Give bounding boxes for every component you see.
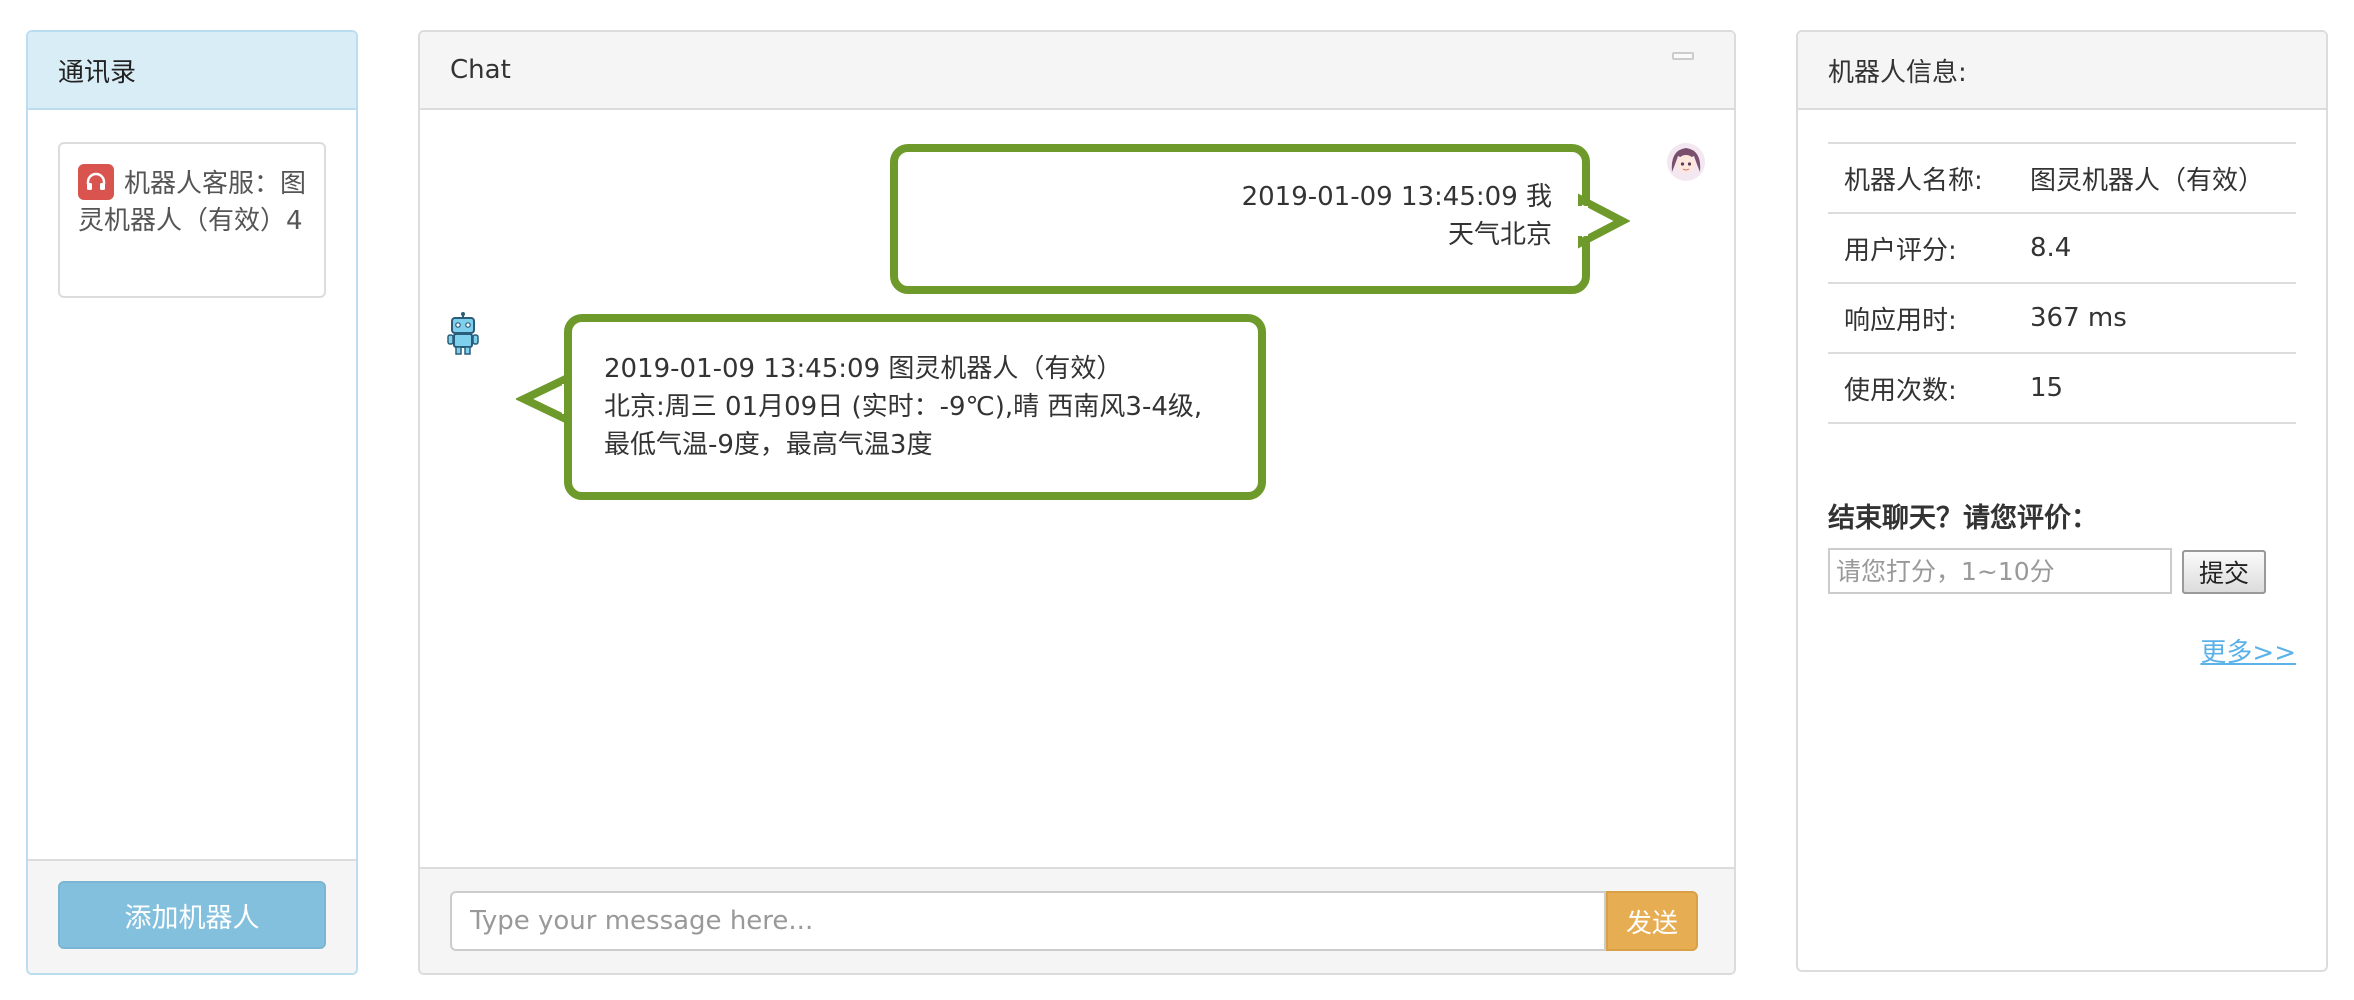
robot-info-table: 机器人名称: 图灵机器人（有效） 用户评分: 8.4 响应用时: 367 ms … [1828,142,2296,424]
info-label: 机器人名称: [1844,165,1983,196]
minimize-button[interactable] [1672,52,1694,60]
chat-panel: Chat 2019-01-09 13:45:09 我 天气北京 2019-01-… [418,30,1736,975]
table-row: 响应用时: 367 ms [1828,283,2296,353]
message-text-line: 北京:周三 01月09日 (实时：-9℃),晴 西南风3-4级, [604,392,1203,422]
info-value: 图灵机器人（有效） [2030,165,2265,196]
info-value: 8.4 [2030,233,2072,263]
send-button[interactable]: 发送 [1606,891,1698,951]
contacts-footer: 添加机器人 [28,859,356,973]
robot-info-title: 机器人信息: [1798,32,2326,110]
message-bubble-me: 2019-01-09 13:45:09 我 天气北京 [890,144,1590,294]
message-meta: 2019-01-09 13:45:09 图灵机器人（有效） [604,354,1123,384]
rating-input[interactable] [1828,548,2172,594]
chat-footer: 发送 [420,867,1734,973]
robot-info-panel: 机器人信息: 机器人名称: 图灵机器人（有效） 用户评分: 8.4 响应用时: … [1796,30,2328,972]
message-text: 天气北京 [1447,220,1552,250]
contacts-panel: 通讯录 机器人客服：图灵机器人（有效）4 添加机器人 [26,30,358,975]
info-value: 15 [2030,373,2064,403]
message-input[interactable] [450,891,1606,951]
robot-avatar-icon [447,312,479,355]
more-link[interactable]: 更多>> [2200,632,2296,669]
info-value: 367 ms [2030,303,2127,333]
message-meta: 2019-01-09 13:45:09 我 [1241,182,1552,212]
add-robot-button[interactable]: 添加机器人 [58,881,326,949]
info-label: 用户评分: [1844,235,1957,266]
message-bubble-bot: 2019-01-09 13:45:09 图灵机器人（有效） 北京:周三 01月0… [564,314,1266,500]
headset-icon [78,164,114,200]
table-row: 使用次数: 15 [1828,353,2296,423]
bubble-tail-right [1578,193,1630,249]
table-row: 机器人名称: 图灵机器人（有效） [1828,143,2296,213]
info-label: 使用次数: [1844,375,1957,406]
contacts-title: 通讯录 [28,32,356,110]
user-avatar-icon [1667,143,1705,181]
rating-title: 结束聊天？请您评价： [1828,503,2098,534]
submit-rating-button[interactable]: 提交 [2182,550,2266,594]
info-label: 响应用时: [1844,305,1957,336]
message-text-line: 最低气温-9度，最高气温3度 [604,430,933,460]
table-row: 用户评分: 8.4 [1828,213,2296,283]
contact-item-robot[interactable]: 机器人客服：图灵机器人（有效）4 [58,142,326,298]
chat-title: Chat [420,32,1734,110]
